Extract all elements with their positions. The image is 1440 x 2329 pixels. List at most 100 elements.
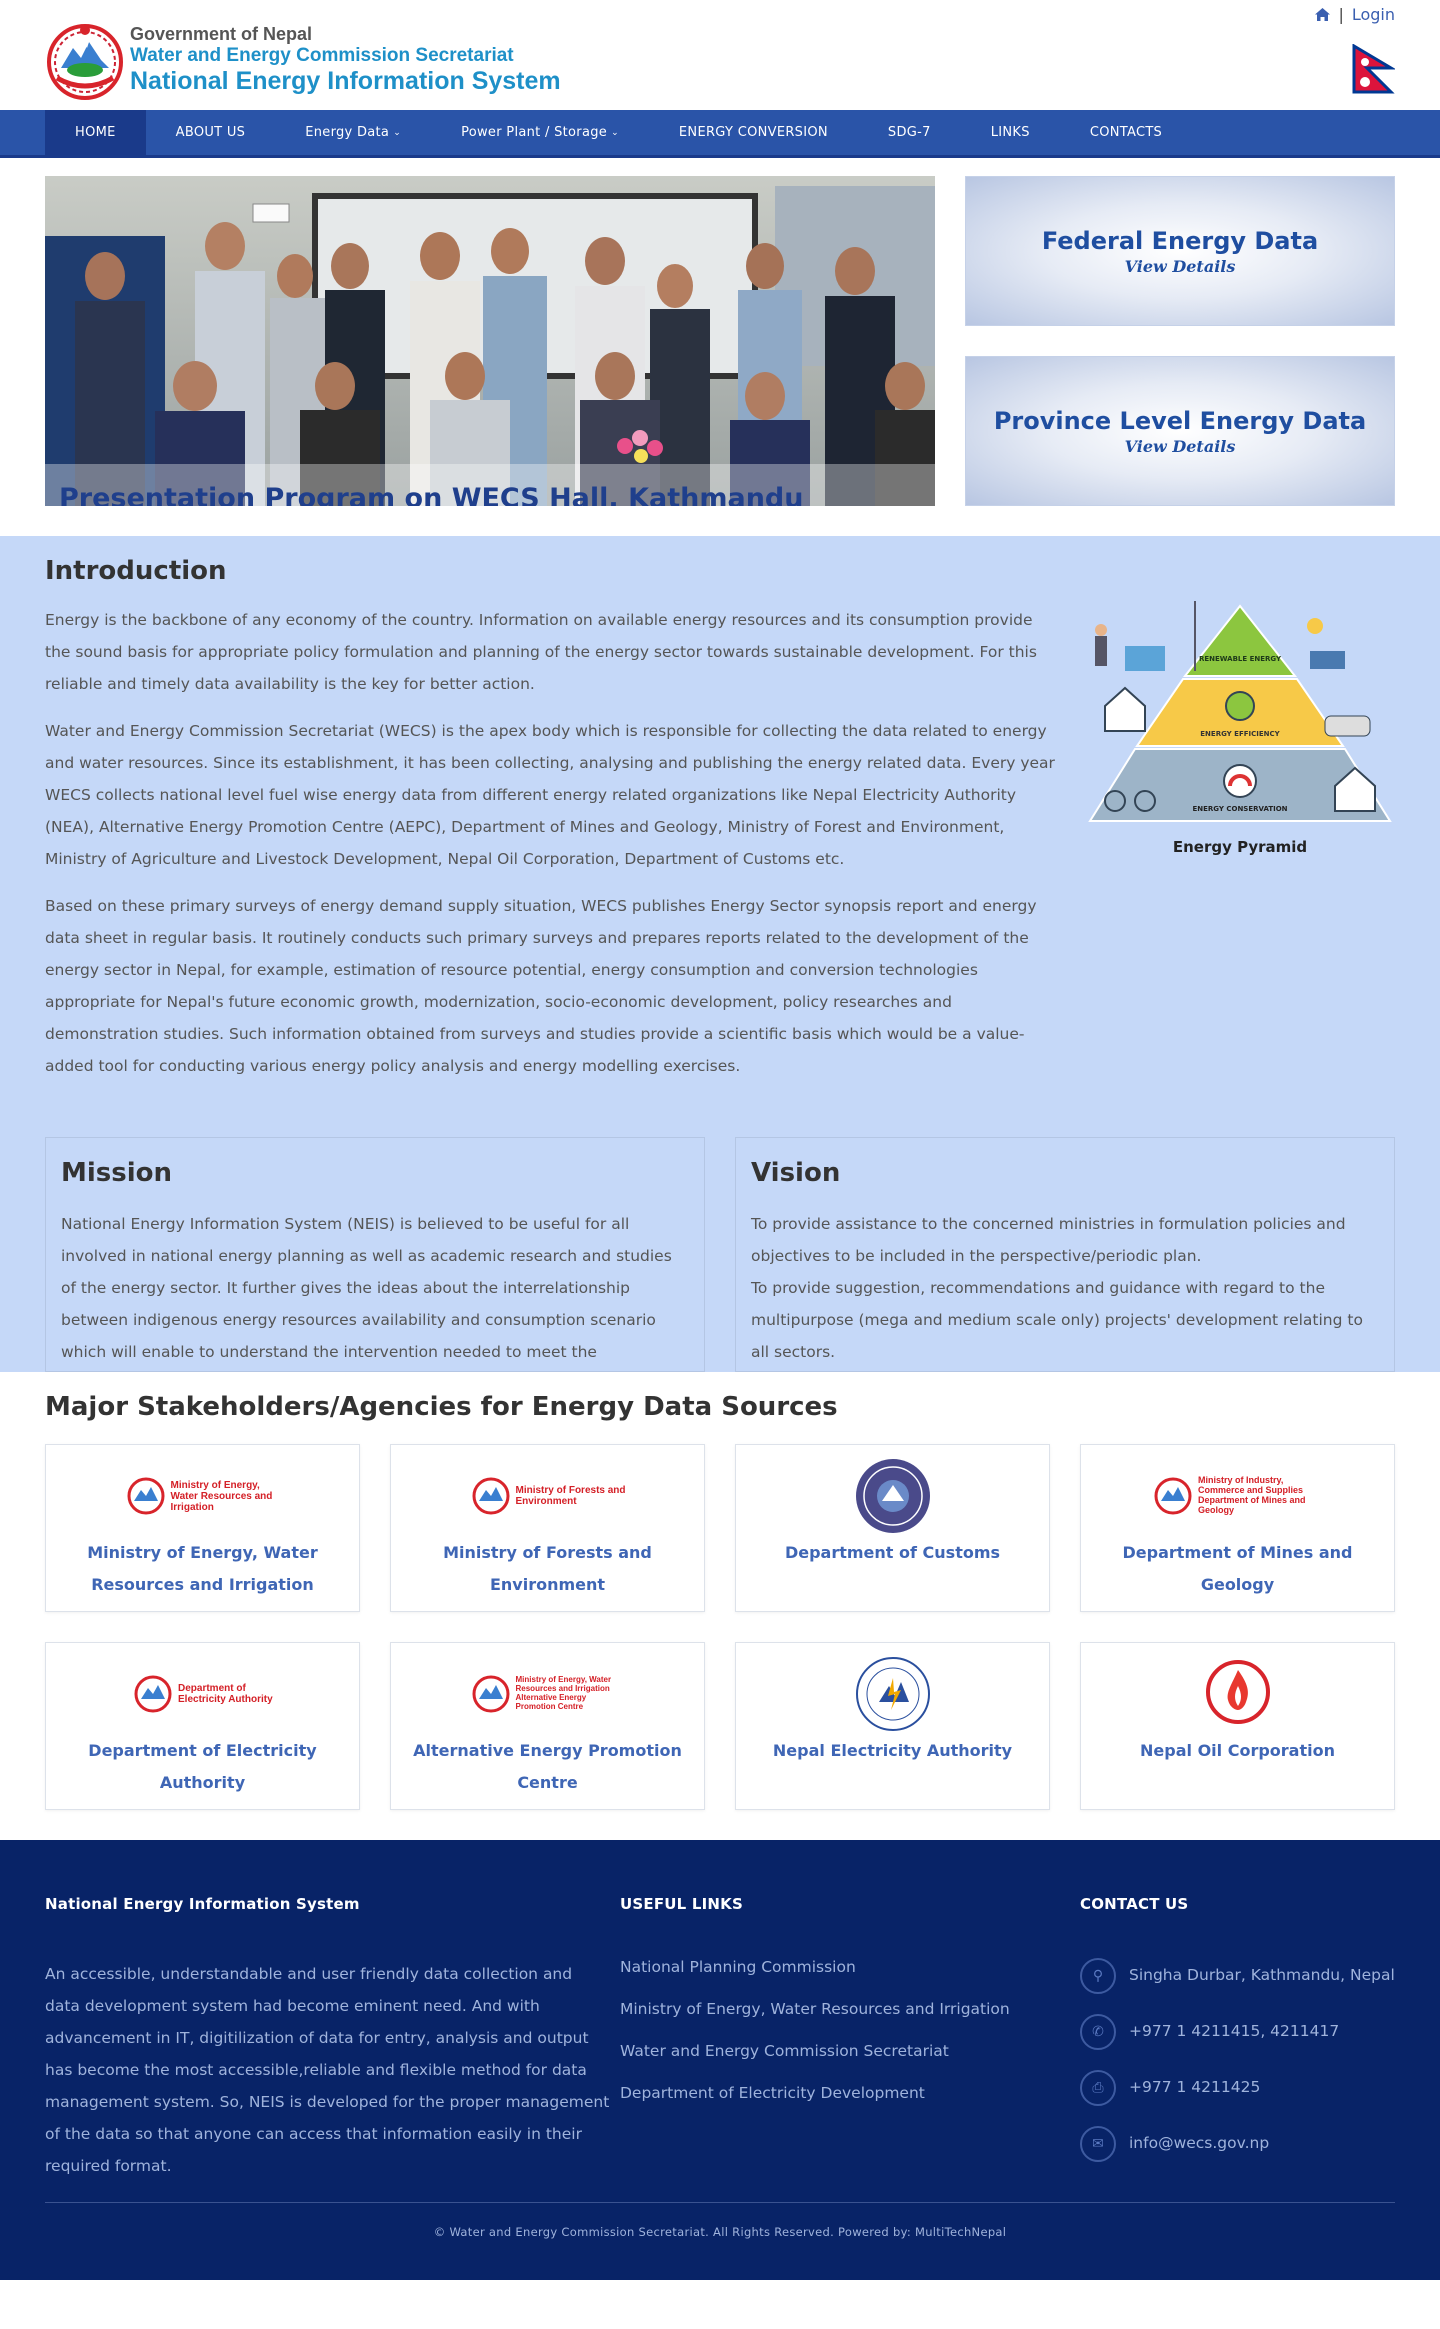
hero-section: Presentation Program on WECS Hall, Kathm… bbox=[0, 158, 1440, 536]
pyramid-caption: Energy Pyramid bbox=[1172, 838, 1308, 856]
logo-wecs-text: Water and Energy Commission Secretariat bbox=[130, 45, 514, 67]
mofe-logo-text: Ministry of Forests and Environment bbox=[515, 1485, 626, 1507]
mission-title: Mission bbox=[61, 1158, 173, 1188]
energy-pyramid: RENEWABLE ENERGY ENERGY EFFICIENCY ENERG… bbox=[1085, 556, 1395, 1097]
pyramid-label-renewable: RENEWABLE ENERGY bbox=[1199, 655, 1282, 663]
stakeholder-name[interactable]: Nepal Electricity Authority bbox=[753, 1735, 1032, 1767]
noc-logo bbox=[1200, 1653, 1276, 1735]
group-photo bbox=[45, 176, 935, 506]
footer-links-title: USEFUL LINKS bbox=[620, 1895, 743, 1913]
top-separator: | bbox=[1338, 5, 1344, 24]
stakeholder-card[interactable]: Ministry of Forests and Environment Mini… bbox=[390, 1444, 705, 1612]
stakeholder-card[interactable]: Ministry of Energy, Water Resources and … bbox=[390, 1642, 705, 1810]
footer-link-wecs[interactable]: Water and Energy Commission Secretariat bbox=[620, 2042, 1080, 2060]
envelope-icon: ✉ bbox=[1080, 2126, 1116, 2162]
vision-text-1: To provide assistance to the concerned m… bbox=[751, 1215, 1346, 1265]
vision-card: Vision To provide assistance to the conc… bbox=[735, 1137, 1395, 1372]
stakeholder-card[interactable]: Ministry of Industry, Commerce and Suppl… bbox=[1080, 1444, 1395, 1612]
stakeholder-card[interactable]: Nepal Oil Corporation bbox=[1080, 1642, 1395, 1810]
introduction-title: Introduction bbox=[45, 556, 227, 586]
nea-seal-icon bbox=[855, 1657, 930, 1731]
email-link[interactable]: info@wecs.gov.np bbox=[1129, 2126, 1269, 2155]
province-view-details-link[interactable]: View Details bbox=[1125, 437, 1236, 456]
nepal-emblem-icon bbox=[472, 1477, 509, 1515]
nav-energy-conversion[interactable]: ENERGY CONVERSION bbox=[649, 110, 858, 155]
province-energy-data-card[interactable]: Province Level Energy Data View Details bbox=[965, 356, 1395, 506]
federal-view-details-link[interactable]: View Details bbox=[1125, 257, 1236, 276]
nav-home[interactable]: HOME bbox=[45, 110, 146, 155]
chevron-down-icon: ⌄ bbox=[393, 127, 402, 138]
customs-seal-icon bbox=[855, 1459, 930, 1533]
intro-paragraph-1: Energy is the backbone of any economy of… bbox=[45, 611, 1037, 693]
province-energy-data-title: Province Level Energy Data bbox=[993, 406, 1367, 435]
hero-slider-image[interactable]: Presentation Program on WECS Hall, Kathm… bbox=[45, 176, 935, 506]
contact-phone: ✆ +977 1 4211415, 4211417 bbox=[1080, 2014, 1395, 2050]
slide-caption: Presentation Program on WECS Hall, Kathm… bbox=[59, 483, 804, 506]
nav-sdg7[interactable]: SDG-7 bbox=[858, 110, 961, 155]
map-marker-icon: ⚲ bbox=[1080, 1958, 1116, 1994]
stakeholder-card[interactable]: Ministry of Energy, Water Resources and … bbox=[45, 1444, 360, 1612]
site-header: Government of Nepal Water and Energy Com… bbox=[0, 0, 1440, 110]
vision-text-2: To provide suggestion, recommendations a… bbox=[751, 1279, 1363, 1361]
footer-link-moewri[interactable]: Ministry of Energy, Water Resources and … bbox=[620, 2000, 1080, 2018]
nav-links-label: LINKS bbox=[990, 125, 1030, 140]
nea-logo bbox=[855, 1653, 931, 1735]
pyramid-label-efficiency: ENERGY EFFICIENCY bbox=[1200, 730, 1280, 738]
stakeholder-name[interactable]: Nepal Oil Corporation bbox=[1120, 1735, 1355, 1767]
address-text: Singha Durbar, Kathmandu, Nepal bbox=[1129, 1966, 1395, 1984]
contact-address: ⚲ Singha Durbar, Kathmandu, Nepal bbox=[1080, 1958, 1395, 1994]
dmg-logo: Ministry of Industry, Commerce and Suppl… bbox=[1152, 1455, 1323, 1537]
fax-text: +977 1 4211425 bbox=[1129, 2078, 1261, 2096]
contact-fax: ⎙ +977 1 4211425 bbox=[1080, 2070, 1395, 2106]
site-footer: National Energy Information System An ac… bbox=[0, 1840, 1440, 2280]
moewri-logo-text: Ministry of Energy, Water Resources and … bbox=[170, 1479, 273, 1513]
nav-energy-conversion-label: ENERGY CONVERSION bbox=[678, 125, 828, 140]
chevron-down-icon: ⌄ bbox=[611, 127, 619, 138]
stakeholder-card[interactable]: Department of Electricity Authority Depa… bbox=[45, 1642, 360, 1810]
pyramid-label-conservation: ENERGY CONSERVATION bbox=[1192, 805, 1287, 813]
nav-about-us[interactable]: ABOUT US bbox=[146, 110, 276, 155]
nepal-emblem-icon bbox=[134, 1675, 172, 1713]
footer-link-npc[interactable]: National Planning Commission bbox=[620, 1958, 1080, 1976]
aepc-logo: Ministry of Energy, Water Resources and … bbox=[470, 1653, 626, 1735]
nav-contacts-label: CONTACTS bbox=[1089, 125, 1163, 140]
stakeholder-name[interactable]: Ministry of Forests and Environment bbox=[391, 1537, 704, 1601]
mofe-logo: Ministry of Forests and Environment bbox=[470, 1455, 626, 1537]
nav-power-plant[interactable]: Power Plant / Storage ⌄ bbox=[431, 110, 649, 155]
stakeholder-name[interactable]: Department of Electricity Authority bbox=[46, 1735, 359, 1799]
stakeholder-card[interactable]: Department of Customs bbox=[735, 1444, 1050, 1612]
site-logo[interactable]: Government of Nepal Water and Energy Com… bbox=[45, 20, 561, 100]
phone-icon: ✆ bbox=[1080, 2014, 1116, 2050]
footer-contact-title: CONTACT US bbox=[1080, 1895, 1189, 1913]
login-link[interactable]: Login bbox=[1352, 5, 1395, 24]
nepal-flag-icon bbox=[1352, 44, 1395, 94]
phone-text: +977 1 4211415, 4211417 bbox=[1129, 2022, 1340, 2040]
stakeholder-name[interactable]: Department of Customs bbox=[765, 1537, 1020, 1569]
stakeholder-name[interactable]: Department of Mines and Geology bbox=[1081, 1537, 1394, 1601]
nav-energy-data[interactable]: Energy Data ⌄ bbox=[275, 110, 431, 155]
footer-link-doed[interactable]: Department of Electricity Development bbox=[620, 2084, 1080, 2102]
stakeholders-title: Major Stakeholders/Agencies for Energy D… bbox=[45, 1392, 838, 1422]
stakeholder-card[interactable]: Nepal Electricity Authority bbox=[735, 1642, 1050, 1810]
nav-contacts[interactable]: CONTACTS bbox=[1060, 110, 1192, 155]
logo-government-text: Government of Nepal bbox=[130, 24, 313, 45]
nepal-emblem-icon bbox=[472, 1675, 509, 1713]
intro-paragraph-3: Based on these primary surveys of energy… bbox=[45, 897, 1037, 1075]
nav-links[interactable]: LINKS bbox=[961, 110, 1060, 155]
energy-pyramid-image: RENEWABLE ENERGY ENERGY EFFICIENCY ENERG… bbox=[1088, 601, 1392, 822]
nepal-emblem-icon bbox=[47, 24, 123, 100]
nav-sdg7-label: SDG-7 bbox=[887, 125, 931, 140]
stakeholder-name[interactable]: Ministry of Energy, Water Resources and … bbox=[46, 1537, 359, 1601]
moewri-logo: Ministry of Energy, Water Resources and … bbox=[125, 1455, 281, 1537]
footer-about-text: An accessible, understandable and user f… bbox=[45, 1965, 610, 2175]
contact-email: ✉ info@wecs.gov.np bbox=[1080, 2126, 1395, 2162]
top-links: | Login bbox=[1315, 5, 1395, 24]
federal-energy-data-title: Federal Energy Data bbox=[1041, 226, 1319, 255]
stakeholder-name[interactable]: Alternative Energy Promotion Centre bbox=[391, 1735, 704, 1799]
stakeholders-section: Major Stakeholders/Agencies for Energy D… bbox=[0, 1372, 1440, 1840]
federal-energy-data-card[interactable]: Federal Energy Data View Details bbox=[965, 176, 1395, 326]
nav-energy-data-label: Energy Data bbox=[305, 125, 390, 140]
home-icon[interactable] bbox=[1315, 8, 1331, 21]
mission-text: National Energy Information System (NEIS… bbox=[61, 1215, 672, 1361]
aepc-logo-text: Ministry of Energy, Water Resources and … bbox=[515, 1675, 612, 1711]
